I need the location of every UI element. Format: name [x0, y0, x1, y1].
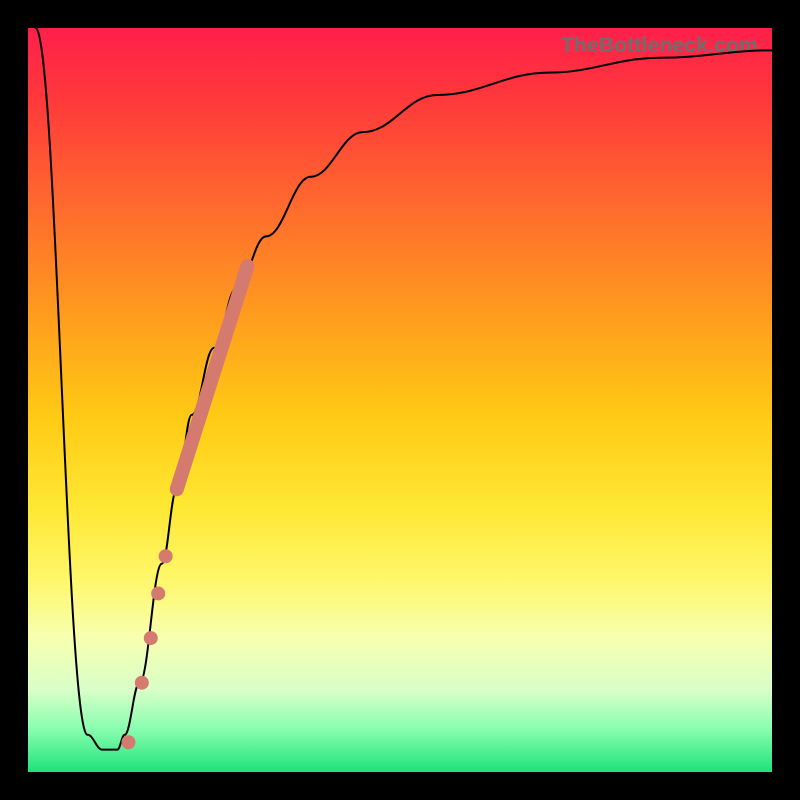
- highlight-dot: [159, 549, 173, 563]
- highlight-dot: [144, 631, 158, 645]
- chart-frame: TheBottleneck.com: [0, 0, 800, 800]
- highlight-dot: [135, 676, 149, 690]
- highlight-segment: [177, 266, 248, 489]
- highlight-dot: [121, 735, 135, 749]
- curve-svg: [28, 28, 772, 772]
- plot-area: TheBottleneck.com: [28, 28, 772, 772]
- highlight-dot: [151, 586, 165, 600]
